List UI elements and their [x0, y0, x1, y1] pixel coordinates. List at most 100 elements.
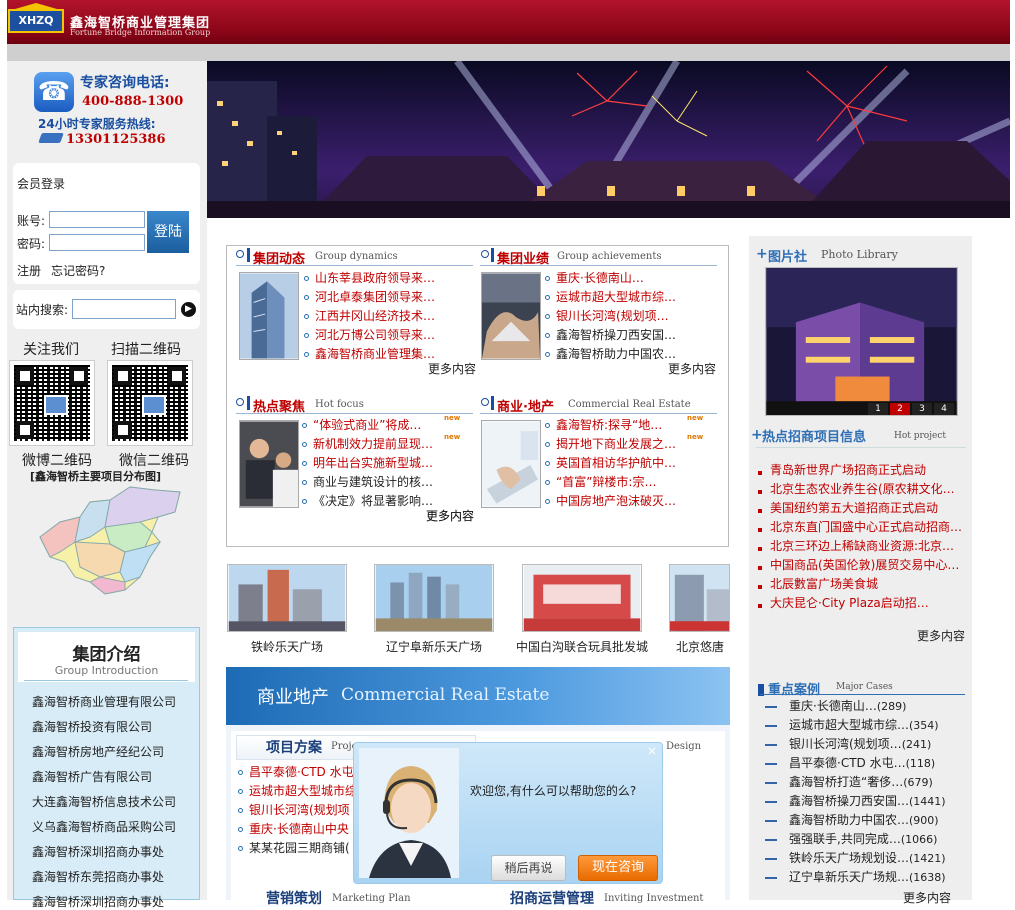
hot-project-link[interactable]: 北京东直门国盛中心正式启动招商…: [770, 518, 962, 535]
news-item[interactable]: 鑫海智桥:探寻“地…: [545, 416, 662, 433]
news-item[interactable]: 《决定》将显著影响…: [302, 492, 433, 509]
cases-more-link[interactable]: 更多内容: [903, 889, 951, 906]
group-intro-link[interactable]: 鑫海智桥房地产经纪公司: [32, 743, 164, 760]
news-item[interactable]: 河北万博公司领导来…: [304, 326, 435, 343]
account-field[interactable]: [49, 211, 145, 228]
case-name[interactable]: 鑫海智桥操刀西安国…: [789, 794, 909, 808]
news-item-label[interactable]: 江西井冈山经济技术…: [315, 309, 435, 323]
case-item[interactable]: 强强联手,共同完成…(1066): [789, 830, 937, 847]
hot-project-title[interactable]: 热点招商项目信息: [762, 426, 866, 445]
news-item-label[interactable]: 商业与建筑设计的核…: [313, 475, 433, 489]
case-item[interactable]: 重庆·长德南山…(289): [789, 697, 906, 714]
news-item-label[interactable]: 河北卓泰集团领导来…: [315, 290, 435, 304]
plan-item-label[interactable]: 运城市超大型城市综: [249, 784, 357, 798]
news-item[interactable]: 鑫海智桥商业管理集…: [304, 345, 435, 362]
logo[interactable]: XHZQ: [8, 9, 64, 33]
hot-project-link[interactable]: 中国商品(英国伦敦)展贸交易中心…: [770, 556, 959, 573]
plan-item-label[interactable]: 重庆·长德南山中央: [249, 822, 349, 836]
news-item[interactable]: 商业与建筑设计的核…: [302, 473, 433, 490]
group-intro-link[interactable]: 鑫海智桥投资有限公司: [32, 718, 152, 735]
news-item[interactable]: 江西井冈山经济技术…: [304, 307, 435, 324]
achievements-thumbnail[interactable]: [481, 272, 541, 360]
case-item[interactable]: 鑫海智桥打造“奢侈…(679): [789, 773, 933, 790]
forgot-password-link[interactable]: 忘记密码?: [51, 262, 105, 279]
hot-project-link[interactable]: 青岛新世界广场招商正式启动: [770, 461, 926, 478]
hot-project-link[interactable]: 北京三环边上稀缺商业资源:北京…: [770, 537, 954, 554]
search-go-icon[interactable]: ▶: [181, 302, 196, 317]
close-icon[interactable]: ×: [647, 744, 657, 758]
case-name[interactable]: 昌平泰德·CTD 水屯…: [789, 756, 906, 770]
hot-project-link[interactable]: 北京生态农业养生谷(原农耕文化…: [770, 480, 955, 497]
photo-pager-button[interactable]: 2: [890, 403, 910, 415]
dynamics-thumbnail[interactable]: [239, 272, 299, 360]
login-button[interactable]: 登陆: [147, 211, 189, 253]
password-field[interactable]: [49, 234, 145, 251]
news-item[interactable]: 明年出台实施新型城…: [302, 454, 433, 471]
photo-library-title[interactable]: 图片社: [768, 246, 807, 265]
plan-item[interactable]: 银川长河湾(规划项: [238, 801, 350, 818]
news-item-label[interactable]: 鑫海智桥助力中国农…: [556, 347, 676, 361]
photo-library-image[interactable]: [765, 267, 958, 416]
hot-project-link[interactable]: 北辰數富广场美食城: [770, 575, 878, 592]
news-item-label[interactable]: 《决定》将显著影响…: [313, 494, 433, 508]
chat-later-button[interactable]: 稍后再说: [491, 855, 566, 881]
group-intro-link[interactable]: 鑫海智桥商业管理有限公司: [32, 693, 176, 710]
major-cases-title[interactable]: 重点案例: [768, 679, 820, 698]
news-item[interactable]: 山东莘县政府领导来…: [304, 269, 435, 286]
news-item-label[interactable]: 中国房地产泡沫破灭…: [556, 494, 676, 508]
plan-item[interactable]: 重庆·长德南山中央: [238, 820, 349, 837]
case-item[interactable]: 鑫海智桥操刀西安国…(1441): [789, 792, 946, 809]
case-item[interactable]: 银川长河湾(规划项…(241): [789, 735, 931, 752]
case-name[interactable]: 运城市超大型城市综…: [789, 718, 909, 732]
strip-caption[interactable]: 北京悠唐: [676, 638, 736, 655]
project-photo-youtang[interactable]: [669, 564, 730, 632]
news-item[interactable]: 英国首相访华护航中…: [545, 454, 676, 471]
strip-caption[interactable]: 辽宁阜新乐天广场: [374, 638, 494, 655]
case-item[interactable]: 铁岭乐天广场规划设…(1421): [789, 849, 946, 866]
news-item[interactable]: “首富”辩楼市:宗…: [545, 473, 656, 490]
plan-title[interactable]: 项目方案: [266, 737, 322, 757]
group-intro-link[interactable]: 义乌鑫海智桥商品采购公司: [32, 818, 176, 835]
case-name[interactable]: 强强联手,共同完成…: [789, 832, 901, 846]
news-item[interactable]: 中国房地产泡沫破灭…: [545, 492, 676, 509]
group-intro-link[interactable]: 大连鑫海智桥信息技术公司: [32, 793, 176, 810]
case-name[interactable]: 鑫海智桥打造“奢侈…: [789, 775, 903, 789]
hot-project-link[interactable]: 美国纽约第五大道招商正式启动: [770, 499, 938, 516]
news-item[interactable]: “体验式商业”将成…: [302, 416, 421, 433]
achievements-more-link[interactable]: 更多内容: [668, 360, 716, 377]
realestate-more-link[interactable]: 更多内容: [426, 507, 474, 524]
photo-pager-button[interactable]: 3: [912, 403, 932, 415]
group-intro-link[interactable]: 鑫海智桥深圳招商办事处: [32, 893, 164, 910]
case-name[interactable]: 重庆·长德南山…: [789, 699, 877, 713]
case-name[interactable]: 银川长河湾(规划项…: [789, 737, 902, 751]
photo-pager-button[interactable]: 1: [868, 403, 888, 415]
register-link[interactable]: 注册: [17, 262, 41, 279]
news-item[interactable]: 运城市超大型城市综…: [545, 288, 676, 305]
case-name[interactable]: 辽宁阜新乐天广场规…: [789, 870, 909, 884]
news-item[interactable]: 新机制效力提前显现…: [302, 435, 433, 452]
news-item-label[interactable]: “体验式商业”将成…: [313, 418, 421, 432]
hero-banner[interactable]: [207, 61, 1010, 218]
news-item-label[interactable]: 河北万博公司领导来…: [315, 328, 435, 342]
marketing-title[interactable]: 营销策划: [266, 888, 322, 908]
project-photo-baigou[interactable]: [522, 564, 642, 632]
china-project-map[interactable]: [30, 482, 190, 602]
focus-thumbnail[interactable]: [239, 420, 299, 508]
news-item-label[interactable]: 鑫海智桥商业管理集…: [315, 347, 435, 361]
group-intro-link[interactable]: 鑫海智桥东莞招商办事处: [32, 868, 164, 885]
case-item[interactable]: 鑫海智桥助力中国农…(900): [789, 811, 939, 828]
news-item-label[interactable]: 银川长河湾(规划项…: [556, 309, 669, 323]
plan-item[interactable]: 运城市超大型城市综: [238, 782, 357, 799]
news-item-label[interactable]: 运城市超大型城市综…: [556, 290, 676, 304]
dynamics-more-link[interactable]: 更多内容: [428, 360, 476, 377]
news-item[interactable]: 银川长河湾(规划项…: [545, 307, 669, 324]
news-item[interactable]: 揭开地下商业发展之…: [545, 435, 676, 452]
project-photo-fuxin[interactable]: [374, 564, 494, 632]
project-photo-tieling[interactable]: [227, 564, 347, 632]
group-intro-link[interactable]: 鑫海智桥广告有限公司: [32, 768, 152, 785]
case-name[interactable]: 鑫海智桥助力中国农…: [789, 813, 909, 827]
news-item-label[interactable]: 明年出台实施新型城…: [313, 456, 433, 470]
case-item[interactable]: 运城市超大型城市综…(354): [789, 716, 939, 733]
news-item-label[interactable]: 重庆·长德南山…: [556, 271, 644, 285]
news-item-label[interactable]: 英国首相访华护航中…: [556, 456, 676, 470]
